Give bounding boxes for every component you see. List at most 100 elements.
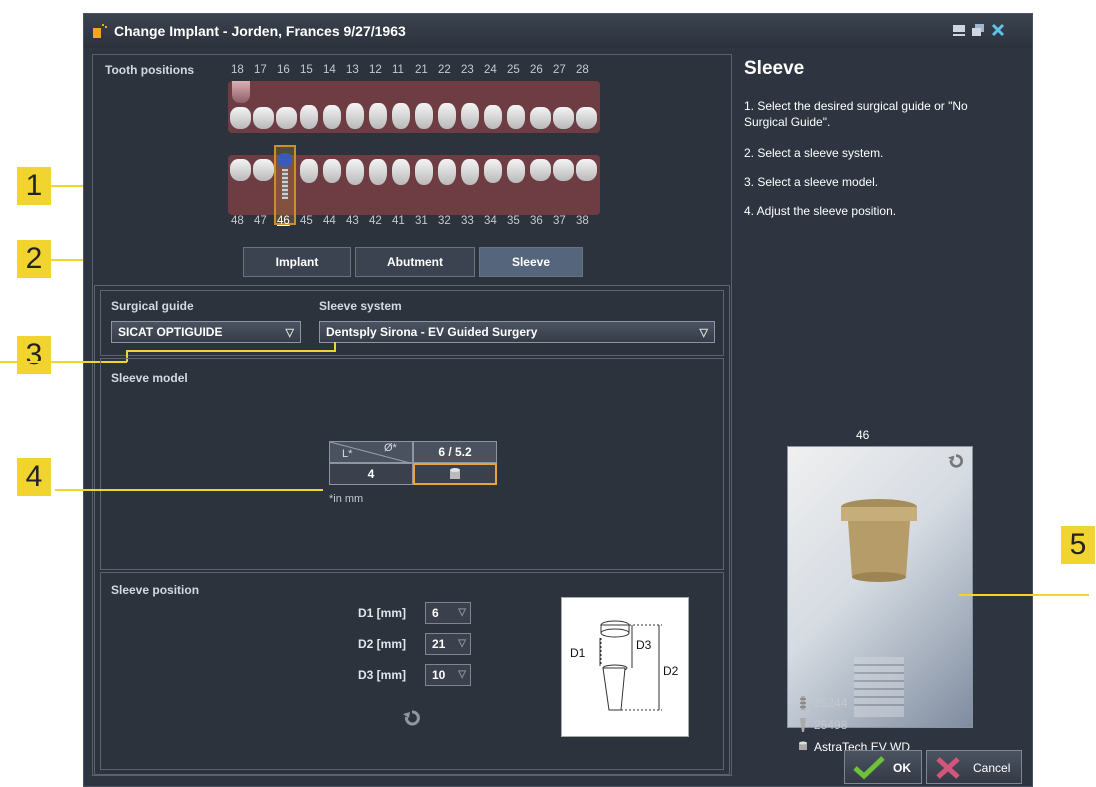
tooth-number[interactable]: 38 xyxy=(576,215,589,227)
tooth-number[interactable]: 35 xyxy=(507,215,520,227)
close-icon[interactable] xyxy=(991,23,1005,37)
rotate-icon[interactable] xyxy=(948,453,964,469)
d1-label: D1 [mm] xyxy=(358,606,407,620)
tooth-number[interactable]: 15 xyxy=(300,64,313,76)
instructions-title: Sleeve xyxy=(744,58,805,79)
diagram-d1-label: D1 xyxy=(570,646,586,660)
implant-app-icon xyxy=(93,24,107,38)
abutment-icon xyxy=(800,718,806,732)
tooth-number[interactable]: 18 xyxy=(231,64,244,76)
sleeve-model-group: Sleeve model L* Ø* 6 / 5.2 4 *in mm xyxy=(100,358,724,570)
instruction-step-1: 1. Select the desired surgical guide or … xyxy=(744,99,968,129)
sleeve-system-select[interactable]: Dentsply Sirona - EV Guided Surgery ▽ xyxy=(319,321,715,343)
chevron-down-icon: ▽ xyxy=(699,327,708,339)
abutment-id: 25498 xyxy=(814,718,848,732)
surgical-guide-value: SICAT OPTIGUIDE xyxy=(118,325,223,339)
tooth-number[interactable]: 14 xyxy=(323,64,336,76)
tooth-number[interactable]: 27 xyxy=(553,64,566,76)
tooth-number[interactable]: 16 xyxy=(277,64,290,76)
tooth-number[interactable]: 31 xyxy=(415,215,428,227)
sleeve-model-render xyxy=(841,499,917,717)
tooth-number[interactable]: 43 xyxy=(346,215,359,227)
tab-abutment[interactable]: Abutment xyxy=(355,247,475,277)
tooth-number-selected[interactable]: 46 xyxy=(277,215,290,227)
minimize-icon[interactable] xyxy=(952,23,966,37)
cancel-button[interactable]: Cancel xyxy=(926,750,1022,784)
d1-value: 6 xyxy=(432,606,439,620)
callout-1: 1 xyxy=(17,167,51,205)
tooth-number[interactable]: 32 xyxy=(438,215,451,227)
tab-sleeve[interactable]: Sleeve xyxy=(479,247,583,277)
surgical-guide-select[interactable]: SICAT OPTIGUIDE ▽ xyxy=(111,321,301,343)
callout-4-line xyxy=(55,489,323,491)
tooth-number[interactable]: 42 xyxy=(369,215,382,227)
chevron-down-icon: ▽ xyxy=(458,607,466,618)
preview-tooth-number: 46 xyxy=(856,428,870,442)
restore-icon[interactable] xyxy=(971,23,985,37)
tooth-number[interactable]: 25 xyxy=(507,64,520,76)
tooth-number[interactable]: 17 xyxy=(254,64,267,76)
tooth-number[interactable]: 22 xyxy=(438,64,451,76)
tooth-number[interactable]: 41 xyxy=(392,215,405,227)
tooth-number[interactable]: 36 xyxy=(530,215,543,227)
tooth-number[interactable]: 37 xyxy=(553,215,566,227)
ok-button[interactable]: OK xyxy=(844,750,922,784)
sleeve-diameter-cell: 6 / 5.2 xyxy=(413,441,497,463)
sleeve-model-option[interactable] xyxy=(413,463,497,485)
sleeve-model-label: Sleeve model xyxy=(111,371,188,385)
d2-value: 21 xyxy=(432,637,446,651)
sleeve-3d-preview[interactable] xyxy=(787,446,973,728)
callout-5-line xyxy=(959,594,1089,596)
tooth-number[interactable]: 33 xyxy=(461,215,474,227)
checkmark-icon xyxy=(853,756,885,780)
left-panel: Tooth positions 18 17 16 15 14 13 12 11 … xyxy=(0,54,732,776)
reset-icon[interactable] xyxy=(403,709,421,727)
diameter-header: Ø* xyxy=(384,442,397,454)
cancel-label: Cancel xyxy=(973,761,1011,775)
instruction-step-3: 3. Select a sleeve model. xyxy=(744,175,879,189)
chevron-down-icon: ▽ xyxy=(285,327,294,339)
d2-select[interactable]: 21 ▽ xyxy=(425,633,471,655)
sleeve-system-label: Sleeve system xyxy=(319,299,402,313)
d2-label: D2 [mm] xyxy=(358,637,407,651)
d3-select[interactable]: 10 ▽ xyxy=(425,664,471,686)
sleeve-position-diagram: D1 D3 D2 xyxy=(561,597,689,737)
tooth-number[interactable]: 13 xyxy=(346,64,359,76)
chevron-down-icon: ▽ xyxy=(458,638,466,649)
upper-jaw[interactable] xyxy=(228,81,600,133)
tooth-number[interactable]: 24 xyxy=(484,64,497,76)
tooth-number[interactable]: 21 xyxy=(415,64,428,76)
diagram-d2-label: D2 xyxy=(663,664,679,678)
tooth-number[interactable]: 11 xyxy=(392,64,404,76)
tooth-number[interactable]: 12 xyxy=(369,64,382,76)
callout-2: 2 xyxy=(17,240,51,278)
sleeve-icon xyxy=(450,468,460,479)
unit-note: *in mm xyxy=(329,493,364,505)
selected-tooth-46[interactable] xyxy=(274,145,296,225)
diagram-d3-label: D3 xyxy=(636,638,652,652)
tab-implant[interactable]: Implant xyxy=(243,247,351,277)
callout-3-line-b xyxy=(126,350,336,352)
tooth-number[interactable]: 48 xyxy=(231,215,244,227)
d3-value: 10 xyxy=(432,668,446,682)
tooth-number[interactable]: 45 xyxy=(300,215,313,227)
tooth-number[interactable]: 47 xyxy=(254,215,267,227)
instruction-step-2: 2. Select a sleeve system. xyxy=(744,146,884,160)
tooth-number[interactable]: 44 xyxy=(323,215,336,227)
window-title: Change Implant - Jorden, Frances 9/27/19… xyxy=(114,23,406,39)
callout-3: 3 xyxy=(17,336,51,374)
tooth-number[interactable]: 26 xyxy=(530,64,543,76)
tooth-number[interactable]: 23 xyxy=(461,64,474,76)
right-panel: Sleeve 1. Select the desired surgical gu… xyxy=(734,54,1089,784)
tooth-number[interactable]: 34 xyxy=(484,215,497,227)
d1-select[interactable]: 6 ▽ xyxy=(425,602,471,624)
tooth-number[interactable]: 28 xyxy=(576,64,589,76)
chevron-down-icon: ▽ xyxy=(458,669,466,680)
sleeve-table-header: L* Ø* xyxy=(329,441,414,464)
sleeve-system-value: Dentsply Sirona - EV Guided Surgery xyxy=(326,325,538,339)
length-header: L* xyxy=(342,448,353,460)
implant-icon xyxy=(800,696,806,710)
surgical-guide-label: Surgical guide xyxy=(111,299,194,313)
d3-label: D3 [mm] xyxy=(358,668,407,682)
instruction-step-4: 4. Adjust the sleeve position. xyxy=(744,204,897,218)
